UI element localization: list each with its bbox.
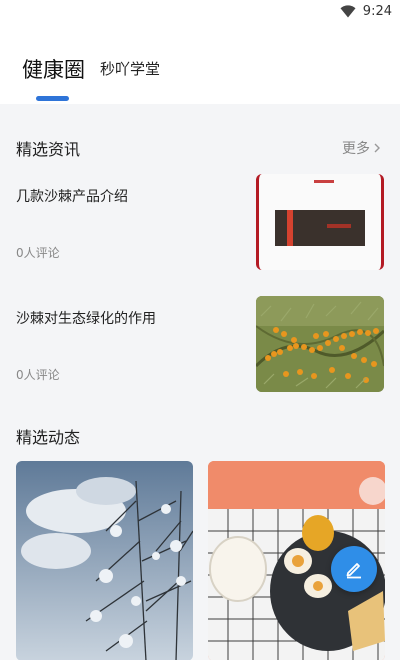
more-button[interactable]: 更多 <box>342 138 382 158</box>
wifi-icon <box>340 5 356 18</box>
edit-icon <box>346 563 361 579</box>
news-section-title: 精选资讯 <box>16 140 81 159</box>
news-thumbnail-product <box>256 174 384 270</box>
product-box-image <box>275 210 365 246</box>
news-thumbnail-seabuckthorn <box>256 296 384 392</box>
active-tab-indicator <box>36 96 69 101</box>
more-label: 更多 <box>342 141 370 157</box>
product-brand-mark <box>314 180 334 183</box>
tab-header: 健康圈 秒吖学堂 <box>0 24 400 104</box>
news-title: 几款沙棘产品介绍 <box>16 189 128 205</box>
news-item[interactable]: 沙棘对生态绿化的作用 0人评论 <box>0 296 400 396</box>
tab-academy[interactable]: 秒吖学堂 <box>100 58 160 79</box>
status-bar: 9:24 <box>0 0 400 24</box>
news-comment-count: 0人评论 <box>16 246 60 260</box>
chevron-right-icon <box>374 143 380 153</box>
feed-card[interactable] <box>16 461 193 660</box>
news-comment-count: 0人评论 <box>16 368 60 382</box>
news-item[interactable]: 几款沙棘产品介绍 0人评论 <box>0 172 400 272</box>
snow-trees-photo <box>16 461 193 660</box>
compose-button[interactable] <box>331 546 377 592</box>
tab-health-circle[interactable]: 健康圈 <box>22 54 85 84</box>
news-title: 沙棘对生态绿化的作用 <box>16 311 156 327</box>
feed-section-title: 精选动态 <box>16 428 81 447</box>
status-time: 9:24 <box>362 4 392 19</box>
seabuckthorn-photo <box>256 296 384 392</box>
